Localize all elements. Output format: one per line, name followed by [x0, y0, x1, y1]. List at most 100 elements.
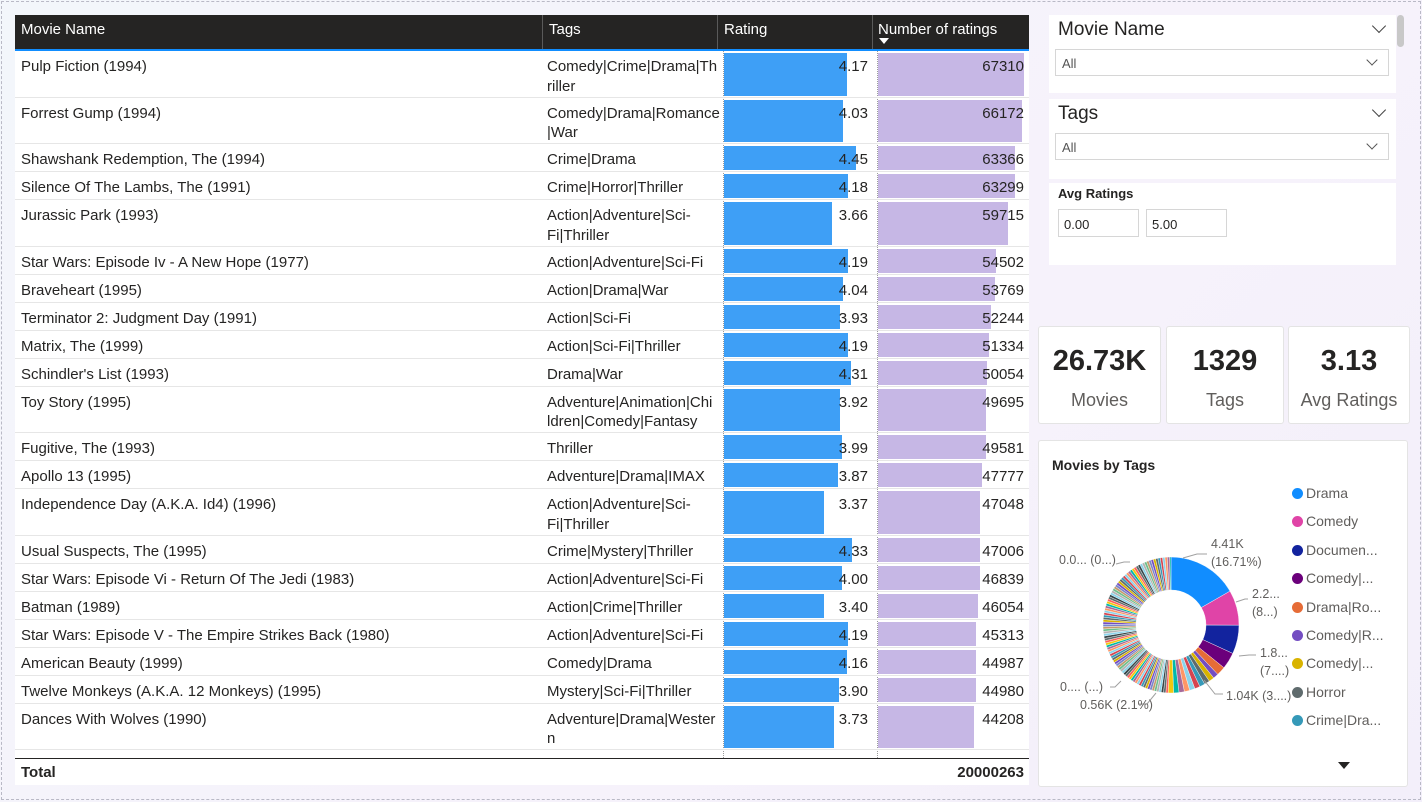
number-of-ratings-bar: [878, 388, 986, 431]
table-row[interactable]: Schindler's List (1993) Drama|War 4.31 5005…: [15, 359, 1029, 387]
column-header-movie-name[interactable]: Movie Name: [15, 15, 543, 49]
table-row[interactable]: Pulp Fiction (1994) Comedy|Crime|Drama|Th…: [15, 51, 1029, 98]
table-row[interactable]: Dances With Wolves (1990) Adventure|Drama…: [15, 704, 1029, 750]
legend-dot-icon: [1292, 544, 1303, 556]
rating-value: 4.03: [838, 104, 868, 122]
column-header-tags[interactable]: Tags: [543, 15, 718, 49]
avg-ratings-max-input[interactable]: 5.00: [1146, 209, 1227, 237]
table-row[interactable]: Apollo 13 (1995) Adventure|Drama|IMAX 3.87…: [15, 461, 1029, 489]
table-row[interactable]: Star Wars: Episode V - The Empire Strike…: [15, 620, 1029, 648]
movie-name-cell: Toy Story (1995): [21, 393, 132, 411]
movie-name-cell: Forrest Gump (1994): [21, 104, 162, 122]
chevron-down-icon[interactable]: [1371, 18, 1387, 34]
chevron-down-icon: [1366, 138, 1378, 150]
legend-scroll-down-icon[interactable]: [1338, 762, 1350, 769]
table-row[interactable]: Silence Of The Lambs, The (1991) Crime|Ho…: [15, 172, 1029, 200]
leader-line: [1238, 654, 1256, 657]
legend-dot-icon: [1292, 573, 1303, 585]
number-of-ratings-bar: [878, 649, 976, 674]
legend-item[interactable]: Comedy|...: [1291, 655, 1401, 683]
movie-name-slicer-title: Movie Name: [1058, 19, 1165, 40]
rating-value: 4.19: [838, 337, 868, 355]
table-row[interactable]: Star Wars: Episode Iv - A New Hope (1977…: [15, 247, 1029, 275]
number-of-ratings-bar: [878, 621, 976, 646]
rating-value: 4.18: [838, 179, 868, 196]
number-of-ratings-value: 49581: [982, 440, 1024, 457]
table-row[interactable]: Star Wars: Episode Vi - Return Of The Je…: [15, 564, 1029, 592]
number-of-ratings-bar: [878, 276, 995, 301]
rating-value: 4.19: [838, 626, 868, 644]
movie-name-cell: Terminator 2: Judgment Day (1991): [21, 309, 257, 327]
rating-bar: [724, 621, 848, 646]
legend-item[interactable]: Drama|Ro...: [1291, 599, 1401, 627]
legend-dot-icon: [1292, 629, 1303, 641]
rating-value: 3.92: [838, 393, 868, 411]
table-row[interactable]: Independence Day (A.K.A. Id4) (1996) Acti…: [15, 489, 1029, 536]
legend-item[interactable]: Crime|Dra...: [1291, 712, 1401, 740]
table-row[interactable]: American Beauty (1999) Comedy|Drama 4.16 44…: [15, 648, 1029, 676]
chevron-down-icon: [1366, 54, 1378, 66]
tags-cell: Action|Crime|Thriller: [547, 598, 683, 616]
total-value: 20000263: [957, 764, 1024, 781]
slicer-scrollbar[interactable]: [1397, 15, 1404, 47]
legend-label: Comedy|...: [1306, 570, 1374, 587]
rating-bar: [724, 463, 838, 487]
leader-line: [1182, 553, 1207, 559]
table-row[interactable]: Braveheart (1995) Action|Drama|War 4.04 537…: [15, 275, 1029, 303]
rating-bar: [724, 360, 851, 385]
kpi-movies-label: Movies: [1070, 390, 1128, 410]
rating-value: 4.31: [838, 365, 868, 383]
avg-ratings-min-input[interactable]: 0.00: [1058, 209, 1139, 237]
chart-title: Movies by Tags: [1052, 457, 1156, 473]
column-header-number-of-ratings[interactable]: Number of ratings: [873, 15, 1029, 49]
rating-value: 3.37: [838, 496, 868, 513]
legend-dot-icon: [1292, 516, 1303, 528]
movie-name-cell: Fugitive, The (1993): [21, 440, 155, 457]
leader-line: [1110, 680, 1122, 688]
rating-value: 3.87: [838, 468, 868, 485]
tags-cell: Crime|Drama: [547, 151, 636, 168]
legend-label: Crime|Dra...: [1306, 712, 1382, 729]
number-of-ratings-bar: [878, 463, 982, 487]
number-of-ratings-value: 47048: [982, 496, 1024, 513]
table-row[interactable]: Terminator 2: Judgment Day (1991) Action|…: [15, 303, 1029, 331]
movie-name-slicer: Movie Name All: [1049, 15, 1396, 93]
legend-item[interactable]: Drama: [1291, 485, 1401, 513]
table-row[interactable]: Twelve Monkeys (A.K.A. 12 Monkeys) (1995…: [15, 676, 1029, 704]
movie-name-cell: Star Wars: Episode V - The Empire Strike…: [21, 626, 390, 644]
movie-name-cell: Star Wars: Episode Iv - A New Hope (1977…: [21, 253, 309, 271]
legend-item[interactable]: Comedy|...: [1291, 570, 1401, 598]
table-row[interactable]: Batman (1989) Action|Crime|Thriller 3.40 46…: [15, 592, 1029, 620]
table-row[interactable]: Usual Suspects, The (1995) Crime|Mystery|…: [15, 536, 1029, 564]
tags-cell: Action|Adventure|Sci-Fi: [547, 570, 704, 588]
legend-dot-icon: [1292, 488, 1303, 499]
table-row[interactable]: Toy Story (1995) Adventure|Animation|Chi …: [15, 387, 1029, 433]
rating-value: 4.16: [838, 654, 868, 672]
chevron-down-icon[interactable]: [1371, 102, 1387, 118]
table-row[interactable]: Forrest Gump (1994) Comedy|Drama|Romance …: [15, 98, 1029, 144]
rating-bar: [724, 491, 824, 534]
legend-item[interactable]: Documen...: [1291, 542, 1401, 570]
legend-item[interactable]: Comedy|R...: [1291, 627, 1401, 655]
kpi-movies: 26.73K Movies: [1038, 326, 1161, 424]
rating-value: 3.93: [838, 309, 868, 327]
movie-name-cell: Star Wars: Episode Vi - Return Of The Je…: [21, 570, 355, 588]
movie-name-cell: Batman (1989): [21, 598, 121, 616]
table-row[interactable]: Jurassic Park (1993) Action|Adventure|Sci…: [15, 200, 1029, 247]
number-of-ratings-bar: [878, 705, 974, 748]
number-of-ratings-value: 52244: [982, 309, 1024, 327]
movie-name-dropdown[interactable]: All: [1055, 49, 1389, 76]
tags-cell: Thriller: [547, 440, 593, 457]
rating-bar: [724, 593, 824, 618]
legend-item[interactable]: Horror: [1291, 684, 1401, 712]
chart-legend: Drama Comedy Documen... Comedy|... Drama|Ro.…: [1291, 485, 1401, 741]
tags-dropdown-value: All: [1062, 140, 1077, 155]
table-row[interactable]: Fugitive, The (1993) Thriller 3.99 49581: [15, 433, 1029, 461]
table-row[interactable]: Shawshank Redemption, The (1994) Crime|Dr…: [15, 144, 1029, 172]
movie-name-cell: Braveheart (1995): [21, 281, 142, 299]
legend-label: Comedy: [1306, 513, 1359, 530]
tags-dropdown[interactable]: All: [1055, 133, 1389, 160]
legend-item[interactable]: Comedy: [1291, 513, 1401, 541]
table-row[interactable]: Matrix, The (1999) Action|Sci-Fi|Thriller…: [15, 331, 1029, 359]
column-header-rating[interactable]: Rating: [718, 15, 873, 49]
